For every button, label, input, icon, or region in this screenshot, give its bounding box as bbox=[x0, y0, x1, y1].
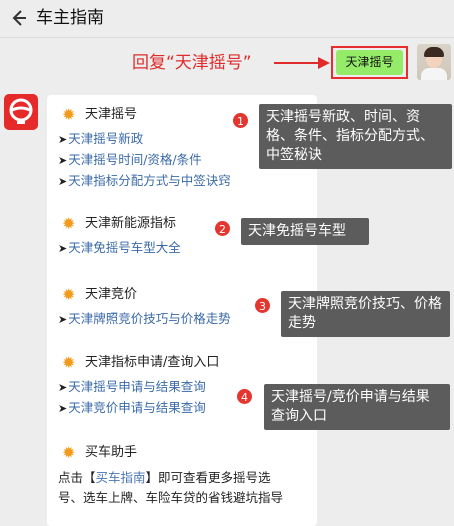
annotation-note-4: 天津摇号/竞价申请与结果查询入口 bbox=[264, 384, 450, 430]
annotation-note-1: 天津摇号新政、时间、资格、条件、指标分配方式、中签秘诀 bbox=[259, 104, 452, 169]
annotation-badge-3: 3 bbox=[254, 297, 271, 314]
reply-hint: 回复“天津摇号” bbox=[132, 53, 252, 73]
sun-icon: ✹ bbox=[62, 105, 76, 124]
annotation-note-2: 天津免摇号车型 bbox=[241, 218, 369, 245]
sun-icon: ✹ bbox=[62, 443, 76, 462]
link-item[interactable]: ➤天津摇号时间/资格/条件 bbox=[58, 151, 202, 170]
sun-icon: ✹ bbox=[62, 214, 76, 233]
section-title: 天津新能源指标 bbox=[85, 216, 177, 231]
buy-car-guide-text: 点击【买车指南】即可查看更多摇号选号、选车上牌、车险车贷的省钱避坑指导 bbox=[58, 470, 284, 505]
red-arrow-icon bbox=[274, 57, 330, 69]
link-item[interactable]: ➤天津摇号新政 bbox=[58, 130, 143, 149]
keyword-message-bubble[interactable]: 天津摇号 bbox=[336, 50, 403, 75]
sun-icon: ✹ bbox=[62, 353, 76, 372]
account-avatar[interactable] bbox=[4, 94, 38, 130]
section-title: 买车助手 bbox=[85, 445, 138, 460]
nav-header: 车主指南 bbox=[0, 0, 454, 38]
annotation-badge-1: 1 bbox=[232, 112, 249, 129]
section-title: 天津指标申请/查询入口 bbox=[85, 355, 220, 370]
annotation-badge-4: 4 bbox=[236, 388, 253, 405]
section-title: 天津摇号 bbox=[85, 107, 138, 122]
user-avatar[interactable] bbox=[417, 44, 451, 80]
link-item[interactable]: ➤天津竞价申请与结果查询 bbox=[58, 399, 206, 418]
page-title: 车主指南 bbox=[36, 8, 104, 28]
link-item[interactable]: ➤天津摇号申请与结果查询 bbox=[58, 378, 206, 397]
back-arrow-icon[interactable] bbox=[6, 6, 30, 30]
car-wheel-logo-icon bbox=[9, 98, 33, 124]
sun-icon: ✹ bbox=[62, 285, 76, 304]
link-item[interactable]: ➤天津指标分配方式与中签诀窍 bbox=[58, 172, 231, 191]
section-title: 天津竞价 bbox=[85, 287, 138, 302]
link-item[interactable]: ➤天津牌照竞价技巧与价格走势 bbox=[58, 310, 231, 329]
annotation-badge-2: 2 bbox=[214, 220, 231, 237]
link-item[interactable]: ➤天津免摇号车型大全 bbox=[58, 239, 181, 258]
annotation-note-3: 天津牌照竞价技巧、价格走势 bbox=[281, 291, 450, 337]
buy-car-guide-link[interactable]: 买车指南 bbox=[96, 470, 146, 485]
